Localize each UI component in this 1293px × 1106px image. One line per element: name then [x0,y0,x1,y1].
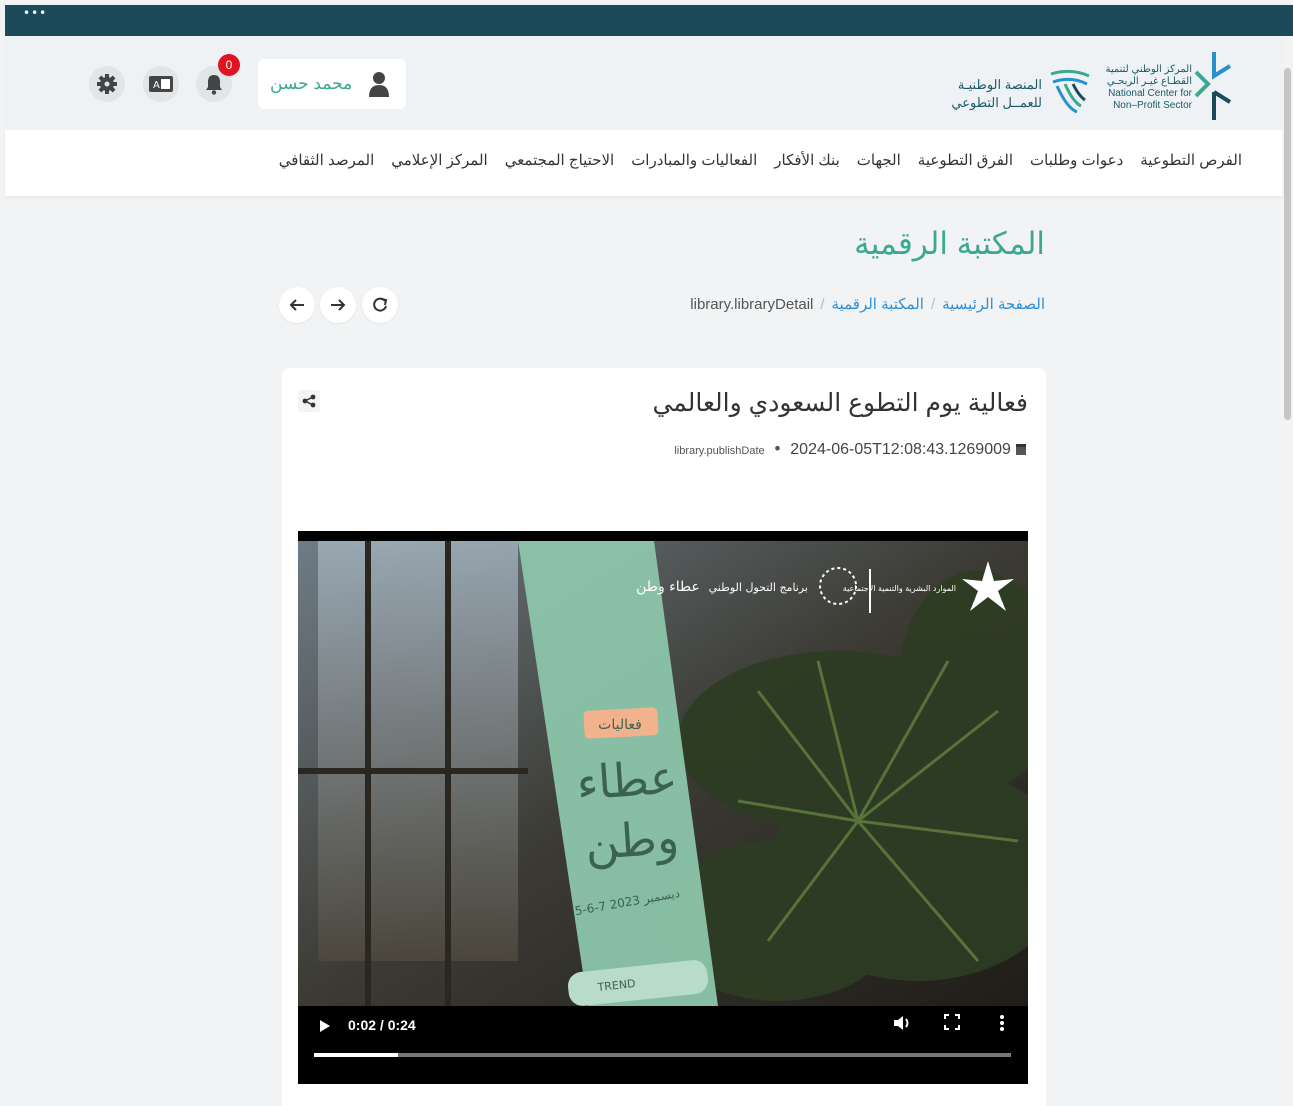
ministry-logo-text: الموارد البشرية والتنمية الاجتماعية [843,584,956,593]
user-icon [369,72,389,97]
nav-item-events-initiatives[interactable]: الفعاليات والمبادرات [631,151,757,169]
more-options-icon[interactable] [998,1014,1006,1032]
menu-dots-icon[interactable]: ••• [23,7,47,19]
breadcrumb-separator: / [930,296,936,313]
video-progress-fill [314,1053,398,1057]
video-frame: فعاليات عطاء وطن 5-6-7 ديسمبر 2023 TREND… [298,541,1028,1006]
nav-item-community-needs[interactable]: الاحتياج المجتمعي [505,151,615,169]
publish-date-label: library.publishDate [674,445,765,457]
nav-item-ideas-bank[interactable]: بنك الأفكار [774,151,840,169]
ncnp-logo-text: المركز الوطني لتنمية القطـاع غيـر الربحـ… [1105,64,1192,111]
volunteer-platform-logo[interactable]: المنصة الوطنيـة للعمــل التطوعي [937,58,1097,118]
page-title: المكتبة الرقمية [854,226,1045,261]
arrow-left-icon [289,299,304,311]
forward-button[interactable] [320,287,356,323]
back-button[interactable] [279,287,315,323]
scrollbar-thumb[interactable] [1284,68,1291,420]
video-time: 0:02 / 0:24 [348,1017,416,1033]
nav-item-invitations-requests[interactable]: دعوات وطلبات [1030,151,1123,169]
publish-date-row: library.publishDate • 2024-06-05T12:08:4… [674,439,1026,459]
play-icon[interactable] [320,1020,330,1032]
notification-count-badge: 0 [218,54,240,76]
volunteer-platform-logo-text: المنصة الوطنيـة للعمــل التطوعي [951,77,1042,110]
page-scrollbar[interactable] [1282,36,1293,1106]
banner-brand: عطاء وطن [636,579,700,595]
breadcrumb-library-link[interactable]: المكتبة الرقمية [832,296,924,313]
volunteer-platform-mark-icon [1050,69,1090,114]
language-button[interactable]: A [143,66,179,102]
ncnp-logo[interactable]: المركز الوطني لتنمية القطـاع غيـر الربحـ… [1097,46,1242,124]
video-player[interactable]: فعاليات عطاء وطن 5-6-7 ديسمبر 2023 TREND… [298,531,1028,1084]
publish-date-value: 2024-06-05T12:08:43.1269009 [790,441,1011,458]
bell-icon [206,75,222,95]
banner-headline-1: عطاء [575,750,679,811]
settings-button[interactable] [89,66,125,102]
gear-icon [97,74,117,94]
refresh-icon [373,297,388,312]
translate-icon: A [149,76,173,92]
refresh-button[interactable] [362,287,398,323]
nav-item-cultural-observatory[interactable]: المرصد الثقافي [279,151,375,169]
svg-text:A: A [153,80,160,91]
ncnp-logo-mark-icon [1194,52,1232,120]
calendar-icon [1016,444,1026,455]
main-navigation: الفرص التطوعية دعوات وطلبات الفرق التطوع… [5,130,1282,196]
breadcrumb-separator: / [820,296,825,313]
volume-icon[interactable] [892,1014,912,1032]
share-icon [302,394,316,408]
banner-tag: فعاليات [598,717,642,733]
video-controls: 0:02 / 0:24 [298,1006,1028,1084]
banner-headline-2: وطن [583,810,680,871]
user-name: محمد حسن [270,74,353,93]
share-button[interactable] [298,390,320,412]
fullscreen-icon[interactable] [944,1014,960,1030]
window-title-bar: ••• [5,5,1293,36]
arrow-right-icon [331,299,346,311]
nav-item-entities[interactable]: الجهات [857,151,901,169]
article-title: فعالية يوم التطوع السعودي والعالمي [652,389,1028,417]
nav-item-volunteer-teams[interactable]: الفرق التطوعية [918,151,1013,169]
breadcrumb-home-link[interactable]: الصفحة الرئيسية [942,296,1045,313]
breadcrumb: الصفحة الرئيسية / المكتبة الرقمية / library.… [690,295,1045,313]
program-logo-text: برنامج التحول الوطني [709,581,808,594]
nav-item-media-center[interactable]: المركز الإعلامي [391,151,487,169]
video-progress-bar[interactable] [314,1053,1011,1057]
user-profile-button[interactable]: محمد حسن [258,59,406,109]
breadcrumb-current: library.libraryDetail [690,296,814,313]
nav-item-volunteer-opportunities[interactable]: الفرص التطوعية [1140,151,1242,169]
